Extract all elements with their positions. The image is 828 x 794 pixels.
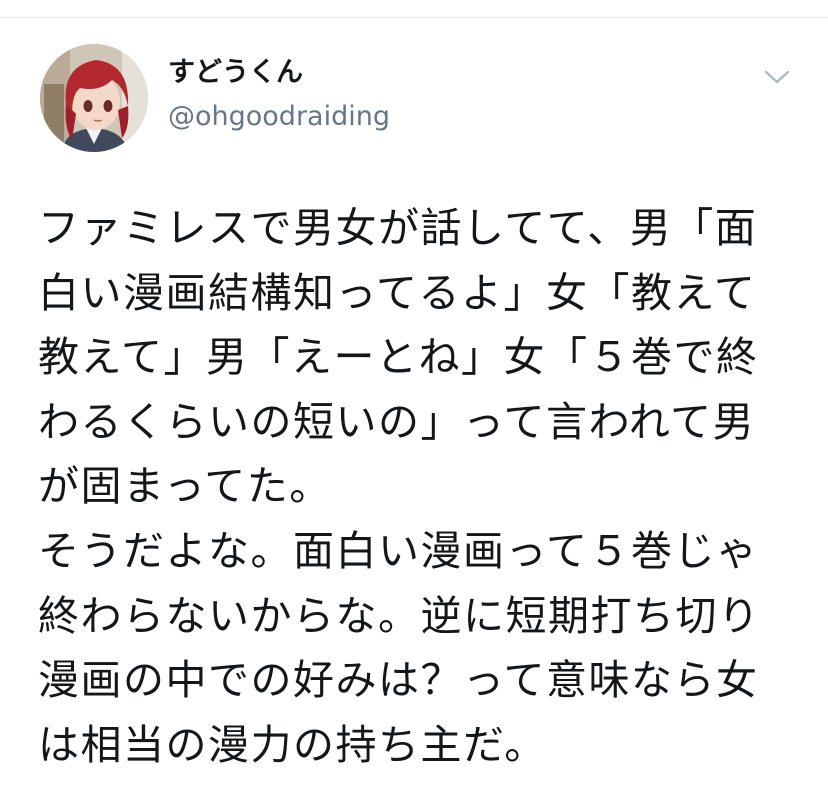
author-display-name[interactable]: すどうくん [168, 56, 390, 90]
tweet-header: すどうくん @ohgoodraiding [40, 44, 800, 154]
chevron-down-icon[interactable] [762, 62, 792, 92]
author-names: すどうくん @ohgoodraiding [168, 56, 390, 134]
tweet-text: ファミレスで男女が話してて、男「面白い漫画結構知ってるよ」女「教えて教えて」男「… [38, 204, 761, 769]
avatar-image [40, 44, 148, 152]
author-handle[interactable]: @ohgoodraiding [168, 100, 390, 134]
avatar[interactable] [40, 44, 148, 152]
top-divider [0, 17, 828, 18]
